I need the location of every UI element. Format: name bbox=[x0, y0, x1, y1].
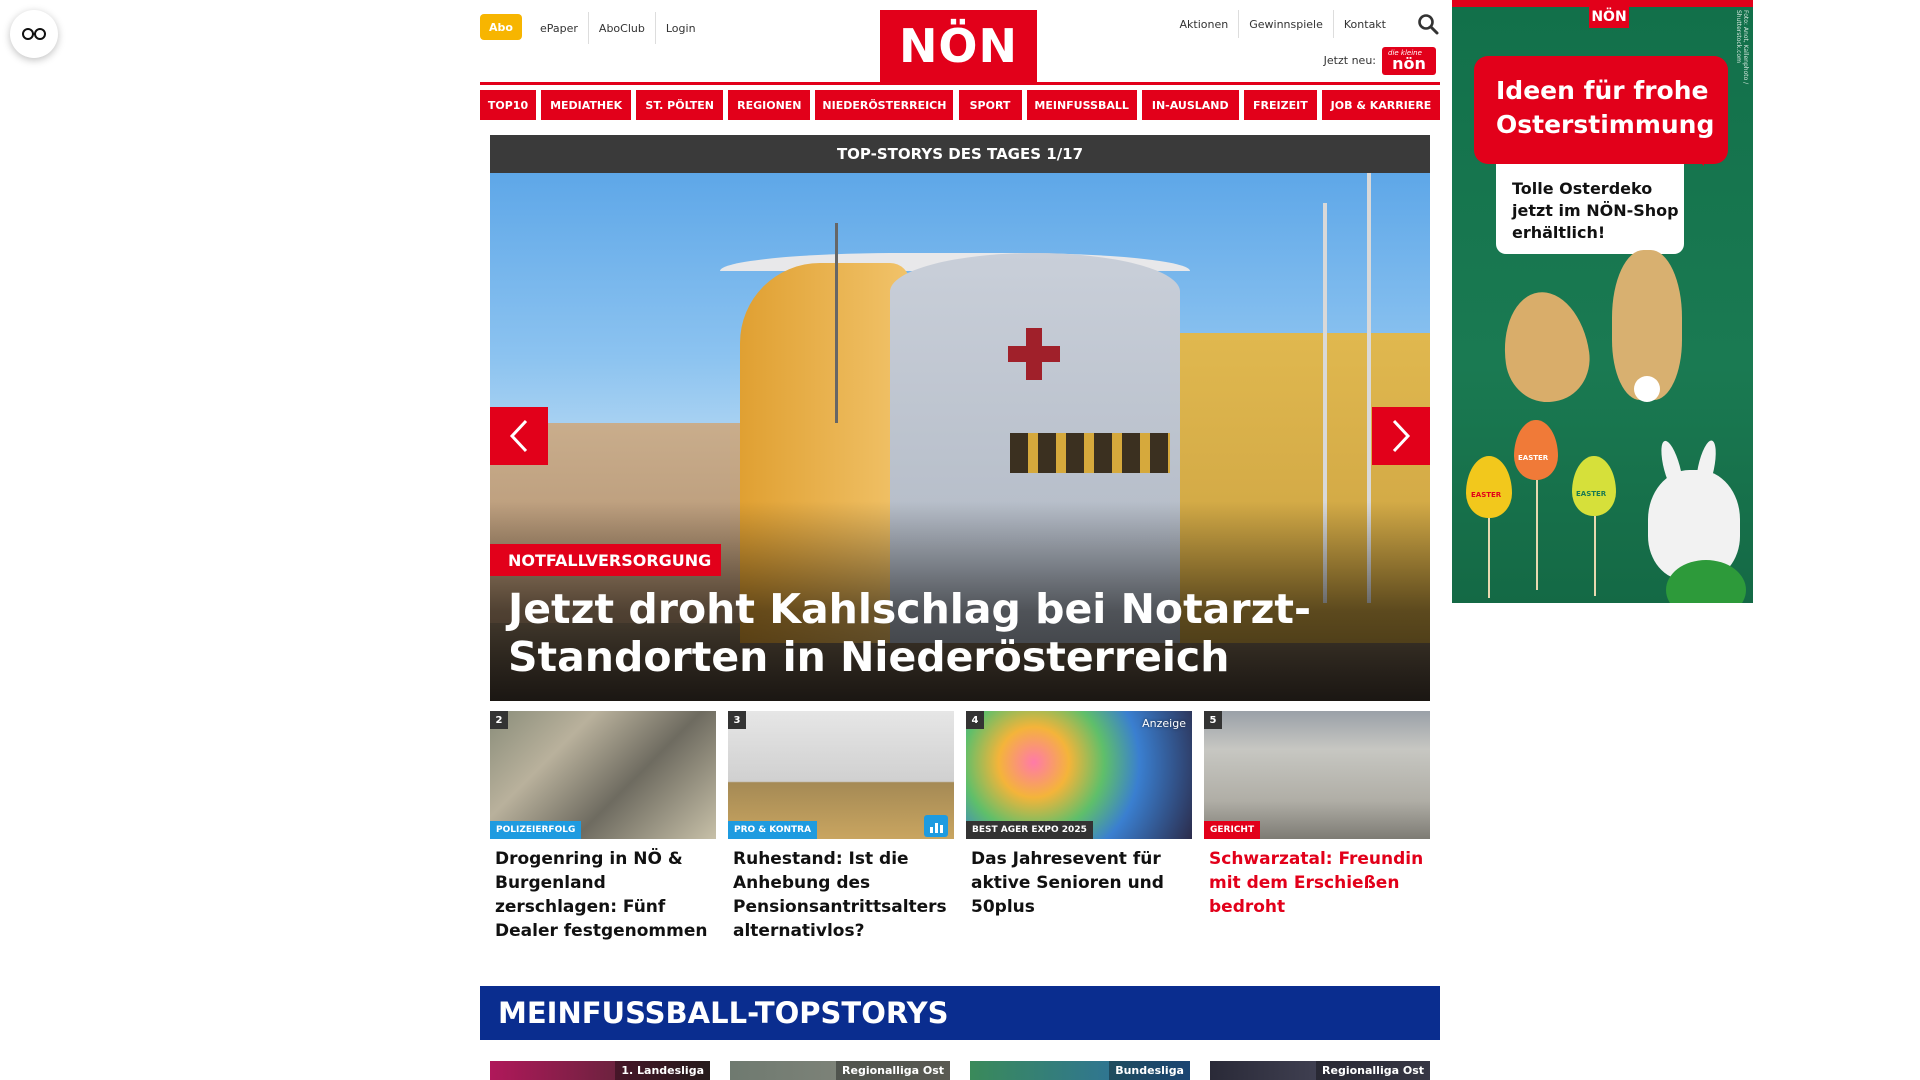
hero-image-windows bbox=[1010, 433, 1170, 473]
easter-egg-icon: EASTER bbox=[1514, 420, 1558, 480]
slider-header: TOP-STORYS DES TAGES 1/17 bbox=[490, 135, 1430, 173]
kontakt-link[interactable]: Kontakt bbox=[1334, 10, 1396, 38]
story-image[interactable]: 2 POLIZEIERFOLG bbox=[490, 711, 716, 839]
nav-item-job-karriere[interactable]: JOB & KARRIERE bbox=[1321, 90, 1440, 120]
story-number: 3 bbox=[728, 711, 746, 729]
header-right-links: Aktionen Gewinnspiele Kontakt bbox=[1170, 10, 1396, 38]
ad-headline: Ideen für frohe Osterstimmung bbox=[1474, 56, 1728, 164]
hero-kicker[interactable]: NOTFALLVERSORGUNG bbox=[490, 544, 722, 576]
top-stories-list: 2 POLIZEIERFOLG Drogenring in NÖ & Burge… bbox=[490, 711, 1430, 943]
main-nav: TOP10 MEDIATHEK ST. PÖLTEN REGIONEN NIED… bbox=[480, 90, 1440, 120]
egg-stick bbox=[1536, 480, 1538, 590]
site-header: Abo ePaper AboClub Login NÖN Aktionen Ge… bbox=[480, 0, 1440, 82]
ad-bubble-tail bbox=[1688, 150, 1704, 166]
bunny-tail-icon bbox=[1634, 376, 1660, 402]
login-link[interactable]: Login bbox=[656, 12, 706, 44]
glasses-icon bbox=[22, 28, 46, 40]
egg-label: EASTER bbox=[1518, 454, 1549, 462]
nav-item-freizeit[interactable]: FREIZEIT bbox=[1243, 90, 1317, 120]
story-tag: BEST AGER EXPO 2025 bbox=[966, 821, 1093, 839]
red-cross-icon-bar bbox=[1008, 346, 1060, 362]
nav-item-mediathek[interactable]: MEDIATHEK bbox=[541, 90, 632, 120]
story-tag: PRO & KONTRA bbox=[728, 821, 818, 839]
fussball-story-list: 1. Landesliga Regionalliga Ost Bundeslig… bbox=[490, 1061, 1430, 1080]
fussball-story-card[interactable]: Regionalliga Ost bbox=[730, 1061, 950, 1080]
story-title[interactable]: Drogenring in NÖ & Burgenland zerschlage… bbox=[490, 847, 716, 943]
abo-button[interactable]: Abo bbox=[480, 14, 522, 40]
search-icon[interactable] bbox=[1416, 12, 1440, 36]
story-card[interactable]: 5 GERICHT Schwarzatal: Freundin mit dem … bbox=[1204, 711, 1430, 943]
easter-ad-banner[interactable]: NÖN Foto: Anot, Kallenphoto / Shuttersto… bbox=[1452, 0, 1753, 603]
chevron-right-icon bbox=[1392, 419, 1411, 453]
nav-item-meinfussball[interactable]: MEINFUSSBALL bbox=[1026, 90, 1137, 120]
ad-photo-credit: Foto: Anot, Kallenphoto / Shutterstock.c… bbox=[1735, 10, 1749, 85]
nav-item-niederoesterreich[interactable]: NIEDERÖSTERREICH bbox=[815, 90, 954, 120]
nav-item-st-poelten[interactable]: ST. PÖLTEN bbox=[636, 90, 724, 120]
chevron-left-icon bbox=[509, 419, 528, 453]
nav-item-regionen[interactable]: REGIONEN bbox=[728, 90, 811, 120]
story-number: 5 bbox=[1204, 711, 1222, 729]
league-label: Regionalliga Ost bbox=[836, 1061, 950, 1080]
slider-next-button[interactable] bbox=[1372, 407, 1430, 465]
jetzt-neu-label: Jetzt neu: bbox=[1323, 54, 1376, 67]
egg-label: EASTER bbox=[1471, 491, 1502, 499]
league-label: 1. Landesliga bbox=[615, 1061, 710, 1080]
story-image[interactable]: 5 GERICHT bbox=[1204, 711, 1430, 839]
story-image[interactable]: 4 Anzeige BEST AGER EXPO 2025 bbox=[966, 711, 1192, 839]
fussball-story-card[interactable]: Bundesliga bbox=[970, 1061, 1190, 1080]
fussball-section-header[interactable]: MEINFUSSBALL-TOPSTORYS bbox=[480, 986, 1440, 1040]
egg-stick bbox=[1594, 516, 1596, 596]
nav-item-in-ausland[interactable]: IN-AUSLAND bbox=[1141, 90, 1239, 120]
kleine-noen-script: die kleine bbox=[1388, 49, 1422, 57]
story-title[interactable]: Schwarzatal: Freundin mit dem Erschießen… bbox=[1204, 847, 1430, 919]
story-number: 4 bbox=[966, 711, 984, 729]
site-logo[interactable]: NÖN bbox=[880, 10, 1037, 82]
story-tag: GERICHT bbox=[1204, 821, 1261, 839]
story-title[interactable]: Das Jahresevent für aktive Senioren und … bbox=[966, 847, 1192, 919]
easter-egg-icon: EASTER bbox=[1572, 456, 1616, 516]
aboclub-link[interactable]: AboClub bbox=[589, 12, 656, 44]
ad-label: Anzeige bbox=[1142, 717, 1186, 730]
story-image[interactable]: 3 PRO & KONTRA bbox=[728, 711, 954, 839]
gewinnspiele-link[interactable]: Gewinnspiele bbox=[1239, 10, 1334, 38]
wooden-egg-icon bbox=[1496, 286, 1596, 408]
poll-chart-icon bbox=[924, 815, 948, 837]
nav-item-top10[interactable]: TOP10 bbox=[480, 90, 536, 120]
story-card[interactable]: 3 PRO & KONTRA Ruhestand: Ist die Anhebu… bbox=[728, 711, 954, 943]
epaper-link[interactable]: ePaper bbox=[530, 12, 589, 44]
story-card[interactable]: 4 Anzeige BEST AGER EXPO 2025 Das Jahres… bbox=[966, 711, 1192, 943]
league-label: Regionalliga Ost bbox=[1316, 1061, 1430, 1080]
hero-slide[interactable]: NOTFALLVERSORGUNG Jetzt droht Kahlschlag… bbox=[490, 173, 1430, 701]
story-number: 2 bbox=[490, 711, 508, 729]
story-tag: POLIZEIERFOLG bbox=[490, 821, 582, 839]
easter-egg-icon: EASTER bbox=[1466, 456, 1512, 518]
slider-prev-button[interactable] bbox=[490, 407, 548, 465]
windsock-pole bbox=[835, 223, 838, 423]
hero-title[interactable]: Jetzt droht Kahlschlag bei Notarzt-Stand… bbox=[508, 585, 1408, 681]
league-label: Bundesliga bbox=[1109, 1061, 1190, 1080]
story-card[interactable]: 2 POLIZEIERFOLG Drogenring in NÖ & Burge… bbox=[490, 711, 716, 943]
ad-note: Tolle Osterdeko jetzt im NÖN-Shop erhält… bbox=[1496, 164, 1684, 254]
ad-logo: NÖN bbox=[1589, 6, 1629, 28]
story-title[interactable]: Ruhestand: Ist die Anhebung des Pensions… bbox=[728, 847, 954, 943]
egg-stick bbox=[1488, 518, 1490, 598]
header-divider bbox=[480, 82, 1440, 85]
reader-mode-button[interactable] bbox=[10, 10, 58, 58]
fussball-story-card[interactable]: 1. Landesliga bbox=[490, 1061, 710, 1080]
kleine-noen-badge[interactable]: die kleine nön bbox=[1382, 47, 1436, 75]
nav-item-sport[interactable]: SPORT bbox=[958, 90, 1022, 120]
egg-label: EASTER bbox=[1576, 490, 1607, 498]
fussball-story-card[interactable]: Regionalliga Ost bbox=[1210, 1061, 1430, 1080]
aktionen-link[interactable]: Aktionen bbox=[1170, 10, 1240, 38]
header-left-links: ePaper AboClub Login bbox=[530, 12, 706, 44]
